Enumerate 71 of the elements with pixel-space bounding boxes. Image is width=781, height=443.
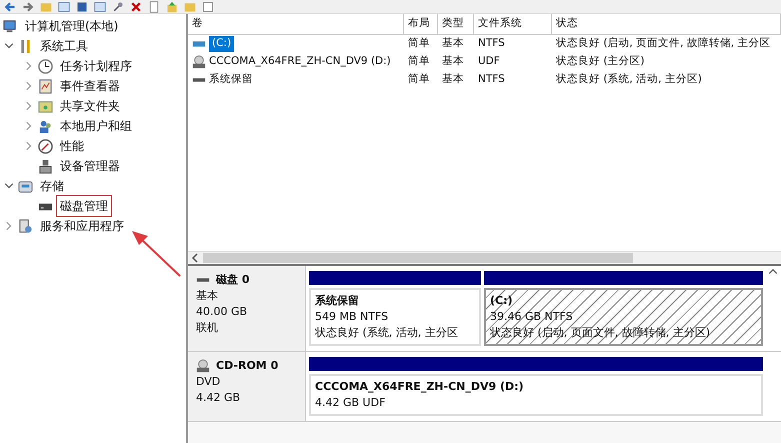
up-arrow-icon[interactable] (166, 0, 178, 12)
folder-icon (38, 98, 53, 114)
column-header[interactable]: 卷 (188, 14, 404, 34)
window-icon[interactable] (58, 0, 70, 12)
partition-block[interactable]: (C:) 39.46 GB NTFS 状态良好 (启动, 页面文件, 故障转储, 主分区) (484, 288, 763, 346)
log-icon (38, 78, 53, 94)
volume-name[interactable]: 系统保留 (209, 72, 253, 88)
disk-detail: DVD (196, 374, 222, 390)
window-icon[interactable] (94, 0, 106, 12)
table-cell-text: NTFS (477, 72, 506, 88)
right-arrow-icon[interactable] (22, 0, 34, 12)
computer-icon (3, 18, 18, 34)
partition-size: 549 MB NTFS (315, 309, 390, 325)
partition-status: 状态良好 (系统, 活动, 主分区 (315, 325, 459, 341)
disk-name: 磁盘 0 (216, 272, 250, 288)
disk-detail: 基本 (196, 288, 219, 304)
storage-icon (18, 178, 33, 194)
table-cell-text: 基本 (441, 54, 465, 70)
partition-size: 4.42 GB UDF (315, 395, 386, 411)
table-cell-text: 基本 (441, 36, 465, 52)
partition-name: 系统保留 (315, 293, 360, 309)
partition-block[interactable]: 系统保留 549 MB NTFS 状态良好 (系统, 活动, 主分区 (309, 288, 481, 346)
delete-icon[interactable] (130, 0, 142, 12)
column-header[interactable]: 类型 (438, 14, 474, 34)
disk-detail: 40.00 GB (196, 304, 248, 320)
table-cell-text: 基本 (441, 72, 465, 88)
column-header[interactable]: 文件系统 (474, 14, 552, 34)
tree-item[interactable]: 系统工具 (36, 35, 92, 57)
volume-name[interactable]: (C:) (209, 36, 234, 52)
table-cell-text: UDF (477, 54, 501, 70)
scroll-left-icon[interactable] (191, 253, 199, 263)
users-icon (38, 118, 53, 134)
horizontal-scrollbar[interactable] (188, 252, 781, 266)
volume-name[interactable]: CCCOMA_X64FRE_ZH-CN_DV9 (D:) (209, 54, 391, 70)
tree-item[interactable]: 设备管理器 (56, 155, 124, 177)
tree-item[interactable]: 计算机管理(本地) (21, 15, 122, 37)
left-arrow-icon[interactable] (4, 0, 16, 12)
tree-item[interactable]: 存储 (36, 175, 68, 197)
tree-item[interactable]: 任务计划程序 (56, 55, 136, 77)
table-cell-text: NTFS (477, 36, 506, 52)
table-cell-text: 状态良好 (系统, 活动, 主分区) (555, 72, 703, 88)
partition-name: (C:) (490, 293, 514, 309)
partition-status: 状态良好 (启动, 页面文件, 故障转储, 主分区) (490, 325, 712, 341)
services-icon (18, 218, 33, 234)
key-icon[interactable] (112, 0, 124, 12)
column-header[interactable]: 状态 (552, 14, 781, 34)
tree-item[interactable]: 服务和应用程序 (36, 215, 128, 237)
tree-item[interactable]: 性能 (56, 135, 88, 157)
partition-size: 39.46 GB NTFS (490, 309, 574, 325)
tree-item[interactable]: 本地用户和组 (56, 115, 136, 137)
table-cell-text: 简单 (407, 72, 431, 88)
device-icon (38, 158, 53, 174)
cd-drive-icon (196, 359, 210, 373)
disk-name: CD-ROM 0 (216, 358, 278, 374)
disk-detail: 4.42 GB (196, 390, 242, 406)
tree-item[interactable]: 事件查看器 (56, 75, 124, 97)
table-cell-text: 简单 (407, 36, 431, 52)
tree-item[interactable]: 共享文件夹 (56, 95, 124, 117)
scrollbar-thumb[interactable] (203, 253, 633, 263)
clock-icon (38, 58, 53, 74)
tree-item[interactable]: 磁盘管理 (56, 195, 112, 217)
gauge-icon (38, 138, 53, 154)
table-cell-text: 简单 (407, 54, 431, 70)
annotation-arrow-drawing (132, 231, 181, 277)
partition-block[interactable]: CCCOMA_X64FRE_ZH-CN_DV9 (D:) 4.42 GB UDF (309, 374, 763, 416)
column-header[interactable]: 布局 (404, 14, 438, 34)
table-cell-text: 状态良好 (启动, 页面文件, 故障转储, 主分区 (555, 36, 772, 52)
cd-drive-icon (192, 55, 206, 69)
table-cell-text: 状态良好 (主分区) (555, 54, 646, 70)
disk-detail: 联机 (196, 320, 219, 336)
partition-name: CCCOMA_X64FRE_ZH-CN_DV9 (D:) (315, 379, 525, 395)
